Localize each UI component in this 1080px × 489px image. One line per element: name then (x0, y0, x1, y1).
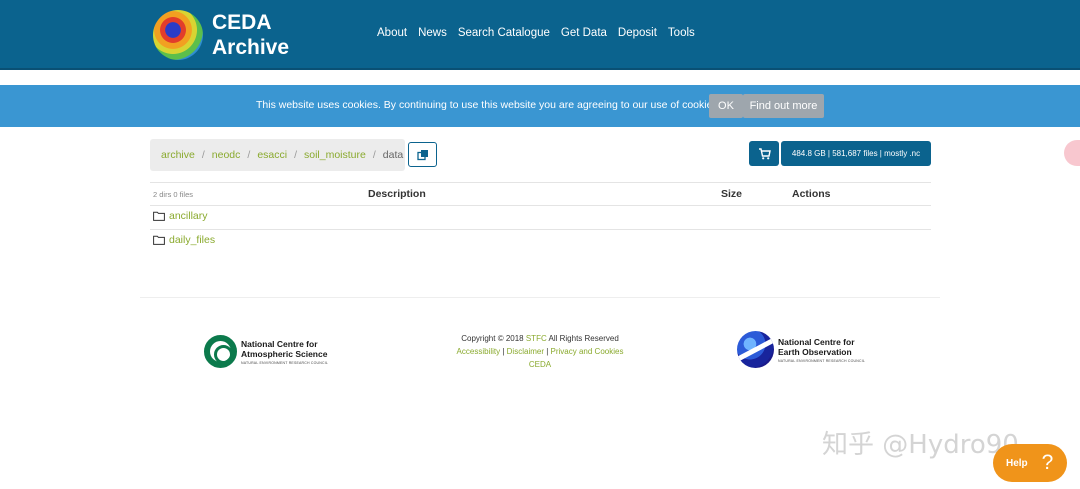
table-divider (150, 205, 931, 206)
cookie-ok-button[interactable]: OK (709, 94, 743, 118)
ncas-subtitle: NATURAL ENVIRONMENT RESEARCH COUNCIL (241, 360, 329, 365)
copy-icon (416, 149, 428, 160)
nceo-title-line-2: Earth Observation (778, 346, 852, 357)
nav-tools[interactable]: Tools (668, 27, 695, 39)
column-header-size: Size (721, 188, 743, 200)
copyright-prefix: Copyright © 2018 (461, 334, 526, 343)
help-button[interactable]: Help ? (993, 444, 1067, 482)
breadcrumb-separator: / (372, 149, 376, 161)
breadcrumb-soil-moisture[interactable]: soil_moisture (304, 149, 366, 161)
folder-link-ancillary[interactable]: ancillary (169, 210, 208, 222)
nav-search-catalogue[interactable]: Search Catalogue (458, 27, 550, 39)
nav-deposit[interactable]: Deposit (618, 27, 657, 39)
table-row[interactable]: daily_files (153, 234, 215, 246)
nav-news[interactable]: News (418, 27, 447, 39)
nceo-logo[interactable]: National Centre for Earth Observation NA… (737, 331, 865, 368)
copyright-suffix: All Rights Reserved (546, 334, 619, 343)
column-header-description: Description (368, 188, 426, 200)
privacy-cookies-link[interactable]: Privacy and Cookies (551, 347, 624, 356)
copy-path-button[interactable] (408, 142, 437, 167)
ncas-logo[interactable]: National Centre for Atmospheric Science … (204, 335, 328, 368)
disclaimer-link[interactable]: Disclaimer (507, 347, 544, 356)
stfc-link[interactable]: STFC (526, 334, 547, 343)
footer-divider (140, 297, 940, 298)
cookie-message: This website uses cookies. By continuing… (256, 99, 721, 111)
main-nav: About News Search Catalogue Get Data Dep… (377, 27, 695, 39)
question-mark-icon: ? (1041, 451, 1054, 474)
breadcrumb-separator: / (247, 149, 251, 161)
breadcrumb-esacci[interactable]: esacci (257, 149, 287, 161)
ceda-logo-icon[interactable] (153, 10, 203, 60)
nceo-subtitle: NATURAL ENVIRONMENT RESEARCH COUNCIL (778, 358, 866, 363)
ceda-link[interactable]: CEDA (529, 360, 551, 369)
ncas-title-line-2: Atmospheric Science (241, 348, 328, 359)
ncas-title-line-1: National Centre for (241, 338, 318, 349)
cookie-find-out-more-button[interactable]: Find out more (743, 94, 824, 118)
footer-copyright: Copyright © 2018 STFC All Rights Reserve… (456, 334, 624, 369)
table-divider (150, 229, 931, 230)
dir-file-count: 2 dirs 0 files (153, 190, 194, 199)
breadcrumb-archive[interactable]: archive (161, 149, 195, 161)
folder-icon (153, 235, 165, 245)
side-translate-tab[interactable] (1064, 140, 1080, 166)
nceo-globe-icon (737, 331, 774, 368)
column-header-actions: Actions (792, 188, 831, 200)
accessibility-link[interactable]: Accessibility (457, 347, 501, 356)
nav-about[interactable]: About (377, 27, 407, 39)
breadcrumb: archive / neodc / esacci / soil_moisture… (150, 139, 405, 171)
nav-get-data[interactable]: Get Data (561, 27, 607, 39)
table-top-border (150, 182, 931, 183)
watermark: 知乎 @Hydro90 (822, 430, 1019, 460)
breadcrumb-neodc[interactable]: neodc (212, 149, 241, 161)
folder-icon (153, 211, 165, 221)
site-header: CEDA Archive About News Search Catalogue… (0, 0, 1080, 70)
dataset-size-button[interactable]: 484.8 GB | 581,687 files | mostly .nc (781, 141, 931, 166)
ncas-emblem-icon (204, 335, 237, 368)
site-logo-text[interactable]: CEDA Archive (212, 10, 289, 60)
cart-icon (758, 147, 771, 159)
add-to-cart-button[interactable] (749, 141, 779, 166)
folder-link-daily-files[interactable]: daily_files (169, 234, 215, 246)
breadcrumb-separator: / (201, 149, 205, 161)
help-label: Help (1006, 457, 1028, 469)
logo-line-2: Archive (212, 36, 290, 59)
breadcrumb-data: data (382, 149, 404, 161)
table-row[interactable]: ancillary (153, 210, 208, 222)
logo-line-1: CEDA (212, 11, 272, 34)
nceo-title-line-1: National Centre for (778, 336, 855, 347)
cookie-banner: This website uses cookies. By continuing… (0, 85, 1080, 127)
breadcrumb-separator: / (294, 149, 297, 161)
